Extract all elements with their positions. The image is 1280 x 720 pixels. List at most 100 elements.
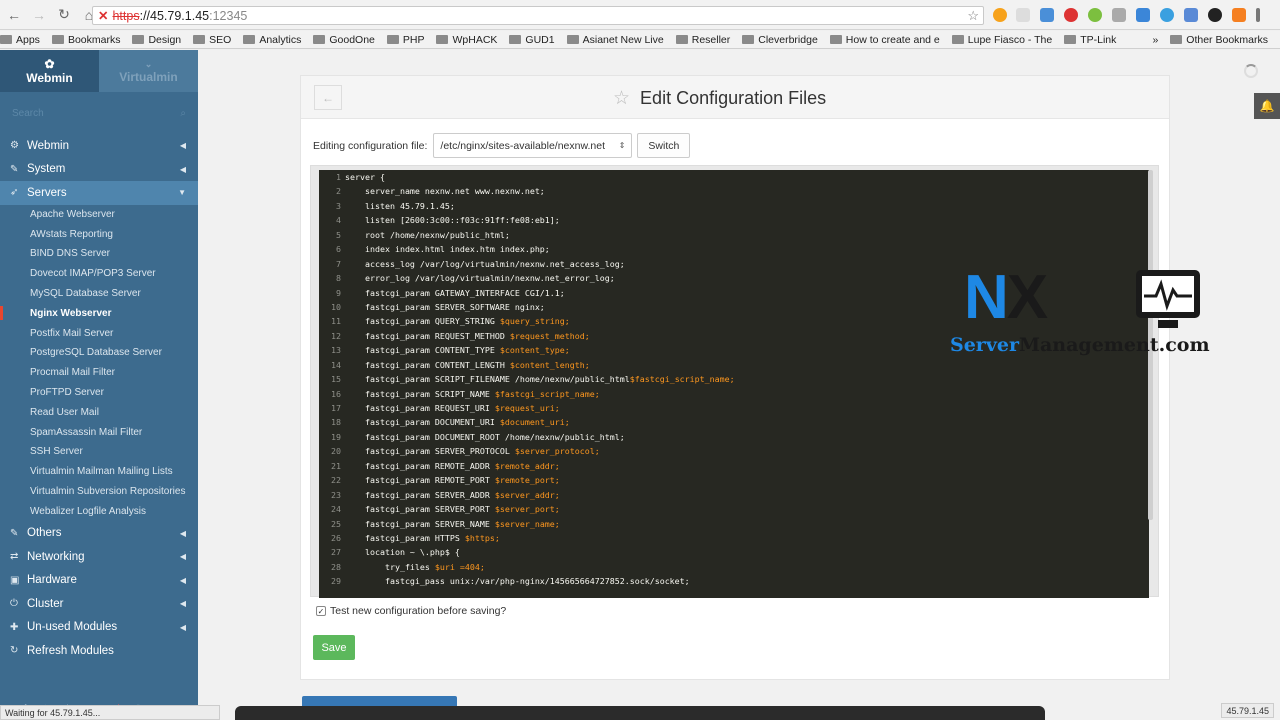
bookmark-item[interactable]: Cleverbridge xyxy=(742,34,818,46)
extension-icon[interactable] xyxy=(1040,8,1054,22)
sidebar-item-servers[interactable]: ➶ Servers ▼ xyxy=(0,181,198,205)
address-bar[interactable]: ✕ https://45.79.1.45:12345 ☆ xyxy=(92,6,984,25)
code-text: fastcgi_param REQUEST_METHOD xyxy=(345,330,510,341)
save-button[interactable]: Save xyxy=(313,635,355,660)
sidebar-item-label: Hardware xyxy=(27,574,77,586)
code-line: fastcgi_param REMOTE_ADDR $remote_addr; xyxy=(345,459,735,473)
sidebar-item-un-used-modules[interactable]: ✚ Un-used Modules ◀ xyxy=(0,615,198,639)
sidebar-item-system[interactable]: ✎ System ◀ xyxy=(0,158,198,182)
line-number: 3 xyxy=(336,200,341,211)
extension-icon[interactable] xyxy=(993,8,1007,22)
sidebar-item-hardware[interactable]: ▣ Hardware ◀ xyxy=(0,568,198,592)
bookmark-item[interactable]: SEO xyxy=(193,34,231,46)
bookmark-star-icon[interactable]: ☆ xyxy=(967,8,979,24)
code-variable: $fastcgi_script_name; xyxy=(494,388,600,399)
sidebar-subitem[interactable]: Virtualmin Subversion Repositories xyxy=(0,482,198,502)
refresh-modules-link[interactable]: ↻ Refresh Modules xyxy=(0,639,198,663)
bookmark-item[interactable]: Apps xyxy=(0,34,40,46)
back-arrow-icon[interactable]: ← xyxy=(3,4,25,26)
sidebar-subitem[interactable]: Nginx Webserver xyxy=(0,303,198,323)
notifications-bell-icon[interactable]: 🔔 xyxy=(1254,93,1280,119)
code-variable: $content_type; xyxy=(499,345,570,356)
sidebar-subitem[interactable]: Procmail Mail Filter xyxy=(0,363,198,383)
extension-icon[interactable] xyxy=(1088,8,1102,22)
extension-icon[interactable] xyxy=(1184,8,1198,22)
extension-icon[interactable] xyxy=(1064,8,1078,22)
bookmark-item[interactable]: GoodOne xyxy=(313,34,375,46)
sidebar-item-label: Servers xyxy=(27,186,67,199)
code-text: fastcgi_param SERVER_NAME xyxy=(345,518,495,529)
sidebar-subitem[interactable]: ProFTPD Server xyxy=(0,383,198,403)
sidebar-subitem[interactable]: BIND DNS Server xyxy=(0,244,198,264)
tab-webmin[interactable]: ✿ Webmin xyxy=(0,50,99,92)
bookmark-item[interactable]: Analytics xyxy=(243,34,301,46)
file-label: Editing configuration file: xyxy=(313,139,428,152)
sidebar-item-cluster[interactable]: ⏻ Cluster ◀ xyxy=(0,592,198,616)
code-editor[interactable]: 1 2 3 4 5 6 7 8 9 10 11 12 13 14 15 16 17 18 19 20 21 22 23 24 2… xyxy=(319,170,1149,598)
sidebar-subitem[interactable]: PostgreSQL Database Server xyxy=(0,343,198,363)
sidebar-subitem[interactable]: Webalizer Logfile Analysis xyxy=(0,501,198,521)
bookmark-item[interactable]: Design xyxy=(132,34,181,46)
bookmark-item[interactable]: Lupe Fiasco - The xyxy=(951,34,1052,46)
back-button[interactable]: ← xyxy=(314,85,342,110)
sidebar-subitem[interactable]: Apache Webserver xyxy=(0,205,198,225)
line-number: 19 xyxy=(331,431,341,442)
bookmark-item[interactable]: TP-Link xyxy=(1064,34,1116,46)
bookmark-item[interactable]: Asianet New Live xyxy=(566,34,664,46)
code-variable: $query_string; xyxy=(499,316,570,327)
extension-icon[interactable] xyxy=(1112,8,1126,22)
test-config-checkbox[interactable]: ✓ Test new configuration before saving? xyxy=(316,605,506,617)
extension-icon[interactable] xyxy=(1160,8,1174,22)
sidebar-subitem[interactable]: MySQL Database Server xyxy=(0,284,198,304)
sidebar-subitem[interactable]: SSH Server xyxy=(0,442,198,462)
sidebar-subitem[interactable]: AWstats Reporting xyxy=(0,224,198,244)
extension-icon[interactable] xyxy=(1232,8,1246,22)
code-variable: $request_method; xyxy=(509,330,590,341)
eye-icon[interactable] xyxy=(1208,8,1222,22)
extension-icon[interactable] xyxy=(1136,8,1150,22)
code-text: fastcgi_param SCRIPT_NAME xyxy=(345,388,495,399)
caret-left-icon: ◀ xyxy=(179,141,186,151)
sidebar-subitem[interactable]: Postfix Mail Server xyxy=(0,323,198,343)
line-number: 25 xyxy=(331,518,341,529)
extension-icon[interactable] xyxy=(1016,8,1030,22)
sidebar-subitem[interactable]: SpamAssassin Mail Filter xyxy=(0,422,198,442)
code-text: fastcgi_param SERVER_PORT xyxy=(345,504,495,515)
line-number: 17 xyxy=(331,403,341,413)
sidebar-search-input[interactable]: Search ⌕ xyxy=(0,92,198,134)
code-text: index index.html index.htm index.php; xyxy=(345,244,550,255)
sidebar-item-networking[interactable]: ⇄ Networking ◀ xyxy=(0,545,198,569)
tab-virtualmin[interactable]: ⌄ Virtualmin xyxy=(99,50,198,92)
code-text: fastcgi_param DOCUMENT_URI xyxy=(345,417,500,428)
status-bar-right: 45.79.1.45 xyxy=(1221,703,1274,718)
favorite-star-icon[interactable]: ☆ xyxy=(613,87,630,110)
sidebar-subitem[interactable]: Read User Mail xyxy=(0,402,198,422)
forward-arrow-icon[interactable]: → xyxy=(28,4,50,26)
bookmark-label: GUD1 xyxy=(525,33,555,46)
other-bookmarks[interactable]: Other Bookmarks xyxy=(1170,34,1268,46)
line-number: 4 xyxy=(336,215,341,226)
code-variable: $content_length; xyxy=(509,359,590,370)
line-number: 13 xyxy=(331,345,341,356)
bookmark-item[interactable]: PHP xyxy=(386,34,424,46)
bookmark-item[interactable]: GUD1 xyxy=(509,33,555,46)
sidebar-subitem[interactable]: Virtualmin Mailman Mailing Lists xyxy=(0,462,198,482)
menu-icon[interactable] xyxy=(1256,8,1260,22)
code-text: fastcgi_pass unix:/var/php-nginx/1456656… xyxy=(345,576,690,587)
reload-icon[interactable]: ↻ xyxy=(53,4,75,26)
checkbox-checked-icon[interactable]: ✓ xyxy=(316,606,326,616)
switch-button[interactable]: Switch xyxy=(637,133,691,158)
folder-icon xyxy=(675,35,688,44)
sidebar-item-others[interactable]: ✎ Others ◀ xyxy=(0,521,198,545)
bookmark-item[interactable]: How to create and e xyxy=(829,34,940,46)
bookmark-item[interactable]: Reseller xyxy=(675,34,730,46)
code-line: location ~ \.php$ { xyxy=(345,545,735,559)
bookmarks-more-button[interactable]: » xyxy=(1152,34,1158,46)
bookmark-item[interactable]: Bookmarks xyxy=(51,34,120,46)
sidebar-item-webmin[interactable]: ⚙ Webmin ◀ xyxy=(0,134,198,158)
code-text: fastcgi_param SERVER_SOFTWARE nginx; xyxy=(345,301,545,312)
bookmark-item[interactable]: WpHACK xyxy=(436,34,497,46)
code-text: error_log /var/log/virtualmin/nexnw.net_… xyxy=(345,273,615,284)
sidebar-subitem[interactable]: Dovecot IMAP/POP3 Server xyxy=(0,264,198,284)
config-file-select[interactable]: /etc/nginx/sites-available/nexnw.net ⇕ xyxy=(433,133,633,158)
